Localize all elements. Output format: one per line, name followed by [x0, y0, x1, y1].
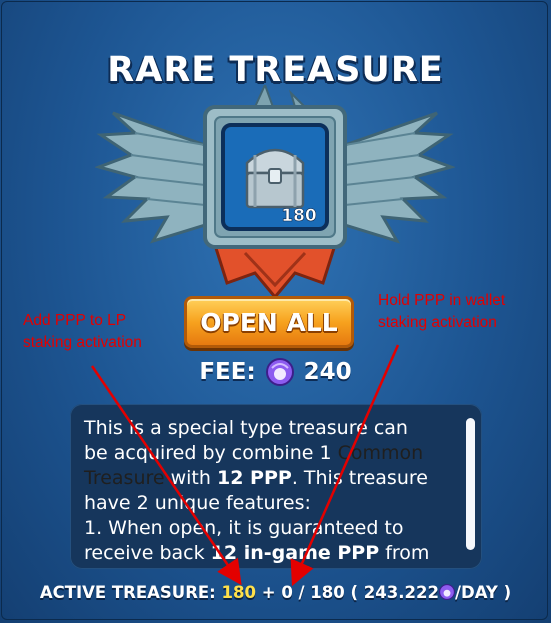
treasure-chest-icon: [245, 148, 305, 209]
open-all-button[interactable]: OPEN ALL: [184, 296, 354, 348]
fee-label: FEE:: [199, 359, 256, 385]
pearl-gem-icon: [265, 358, 294, 386]
daily-rate-unit: /DAY ): [454, 583, 512, 602]
description-text: This is a special type treasure can be a…: [84, 417, 430, 564]
treasure-emblem: 180: [95, 85, 455, 300]
right-wing-decoration: [343, 111, 455, 244]
pearl-gem-icon: [438, 584, 455, 600]
annotation-lp: Add PPP to LP staking activation: [23, 312, 142, 351]
annotation-wallet: Hold PPP in wallet staking activation: [378, 292, 506, 331]
daily-rate-value: ( 243.222: [350, 583, 439, 602]
wallet-treasure-value: 0 / 180: [281, 583, 345, 602]
fee-row: FEE: 240: [0, 358, 551, 386]
active-treasure-row: ACTIVE TREASURE: 180 + 0 / 180 ( 243.222…: [0, 583, 551, 602]
description-panel[interactable]: This is a special type treasure can be a…: [70, 404, 482, 569]
page-title: RARE TREASURE: [107, 50, 444, 90]
active-treasure-label: ACTIVE TREASURE:: [39, 583, 216, 602]
chest-count: 180: [281, 206, 317, 226]
plus-sign: +: [261, 583, 276, 602]
left-wing-decoration: [95, 111, 207, 244]
fee-value: 240: [303, 359, 352, 385]
red-base-decoration: [212, 243, 338, 300]
lp-treasure-value: 180: [221, 583, 256, 602]
top-spike-decoration: [253, 85, 308, 108]
open-all-label: OPEN ALL: [200, 307, 338, 337]
description-scrollbar[interactable]: [466, 418, 475, 550]
